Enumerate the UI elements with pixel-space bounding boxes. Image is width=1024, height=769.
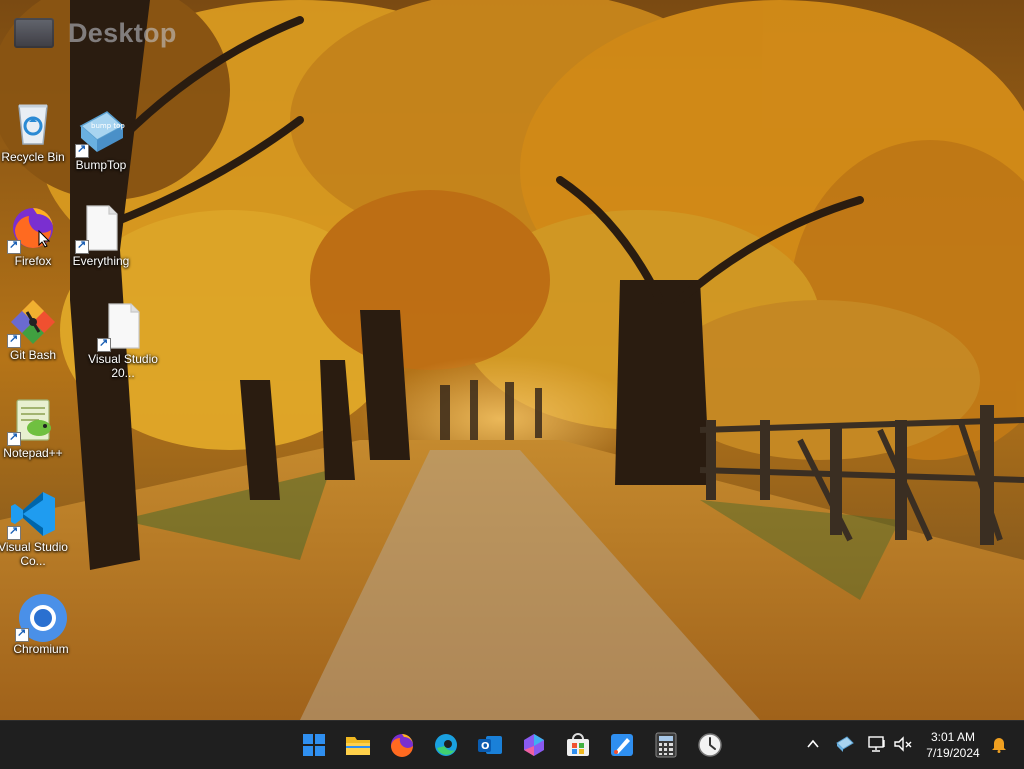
shortcut-arrow-icon bbox=[15, 626, 29, 642]
firefox-icon bbox=[391, 734, 413, 757]
notification-button[interactable] bbox=[988, 733, 1010, 755]
desktop-icon-git-bash[interactable]: Git Bash bbox=[0, 298, 72, 362]
desktop-title: Desktop bbox=[68, 17, 177, 48]
taskbar-microsoft-store[interactable] bbox=[562, 729, 594, 761]
desktop-icon-label: Visual Studio Co... bbox=[0, 540, 68, 568]
shortcut-arrow-icon bbox=[75, 142, 89, 158]
clock-icon bbox=[698, 733, 722, 757]
taskbar-start-button[interactable] bbox=[298, 729, 330, 761]
shortcut-arrow-icon bbox=[7, 332, 21, 348]
desktop-icon-bumptop[interactable]: bump top BumpTop bbox=[62, 108, 140, 172]
taskbar-edge[interactable] bbox=[430, 729, 462, 761]
volume-muted-icon bbox=[894, 736, 912, 752]
taskbar-file-explorer[interactable] bbox=[342, 729, 374, 761]
shortcut-arrow-icon bbox=[75, 238, 89, 254]
shortcut-arrow-icon bbox=[97, 336, 111, 352]
folder-icon bbox=[346, 737, 370, 755]
taskbar-clock[interactable]: 3:01 AM 7/19/2024 bbox=[918, 729, 988, 761]
desktop-icon-chromium[interactable]: Chromium bbox=[2, 592, 80, 656]
taskbar: O 3:01 AM 7/19/2024 bbox=[0, 720, 1024, 769]
tray-app-button[interactable] bbox=[834, 733, 856, 755]
calculator-icon bbox=[655, 732, 677, 758]
taskbar-copilot[interactable] bbox=[518, 729, 550, 761]
paint-icon bbox=[611, 734, 633, 756]
desktop-icon-everything[interactable]: Everything bbox=[62, 204, 140, 268]
desktop-icon-label: Visual Studio 20... bbox=[88, 352, 158, 380]
tray-overflow-button[interactable] bbox=[802, 733, 824, 755]
network-icon bbox=[868, 736, 885, 752]
tray-volume-button[interactable] bbox=[892, 733, 914, 755]
notepadpp-icon bbox=[7, 396, 57, 446]
store-icon bbox=[567, 733, 589, 756]
tray-app-icon bbox=[836, 736, 854, 752]
desktop-icon-label: Notepad++ bbox=[3, 446, 63, 460]
svg-text:bump top: bump top bbox=[91, 122, 125, 130]
desktop-icon-label: BumpTop bbox=[75, 158, 127, 172]
copilot-icon bbox=[524, 734, 544, 756]
mouse-cursor bbox=[38, 229, 51, 253]
desktop-icon-label: Everything bbox=[72, 254, 130, 268]
windows-start-icon bbox=[303, 734, 325, 756]
git-bash-icon bbox=[7, 298, 57, 348]
vscode-icon bbox=[7, 490, 57, 540]
bell-icon bbox=[992, 738, 1006, 753]
desktop-icon-label: Chromium bbox=[13, 642, 69, 656]
clock-time: 3:01 AM bbox=[930, 730, 976, 744]
shortcut-arrow-icon bbox=[7, 524, 21, 540]
taskbar-clock-app[interactable] bbox=[694, 729, 726, 761]
taskbar-paint[interactable] bbox=[606, 729, 638, 761]
chromium-icon bbox=[15, 592, 67, 642]
outlook-icon: O bbox=[478, 736, 502, 754]
chevron-up-icon bbox=[807, 739, 819, 748]
bumptop-icon: bump top bbox=[75, 108, 125, 158]
tray-network-button[interactable] bbox=[866, 733, 888, 755]
taskbar-calculator[interactable] bbox=[650, 729, 682, 761]
monitor-icon bbox=[14, 18, 54, 48]
desktop-icon-vscode[interactable]: Visual Studio Co... bbox=[0, 490, 72, 568]
file-icon bbox=[97, 302, 147, 352]
recycle-bin-icon bbox=[9, 100, 57, 148]
file-icon bbox=[75, 204, 125, 254]
desktop-header: Desktop bbox=[14, 14, 177, 52]
edge-icon bbox=[435, 734, 457, 756]
desktop-icon-notepadpp[interactable]: Notepad++ bbox=[0, 396, 72, 460]
taskbar-outlook[interactable]: O bbox=[474, 729, 506, 761]
shortcut-arrow-icon bbox=[7, 238, 21, 254]
desktop-icon-visual-studio[interactable]: Visual Studio 20... bbox=[84, 302, 162, 380]
clock-date: 7/19/2024 bbox=[926, 746, 980, 760]
taskbar-firefox[interactable] bbox=[386, 729, 418, 761]
shortcut-arrow-icon bbox=[7, 430, 21, 446]
desktop-icon-label: Git Bash bbox=[9, 348, 57, 362]
svg-text:O: O bbox=[481, 741, 490, 752]
